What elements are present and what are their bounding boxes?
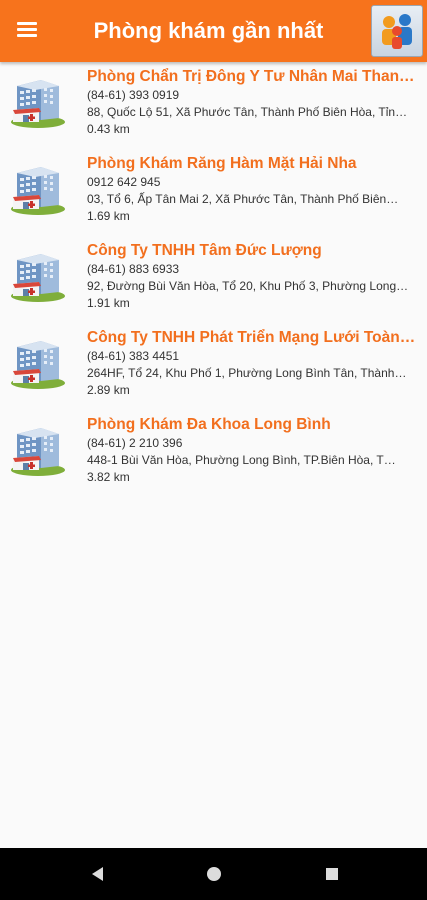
clinic-distance: 0.43 km xyxy=(87,122,130,136)
clinic-phone: (84-61) 2 210 396 xyxy=(87,436,183,450)
clinic-phone: (84-61) 883 6933 xyxy=(87,262,180,276)
clinic-list-item[interactable]: Phòng Khám Đa Khoa Long Bình (84-61) 2 2… xyxy=(0,412,427,499)
clinic-list-item[interactable]: Công Ty TNHH Phát Triển Mạng Lưới Toàn C… xyxy=(0,325,427,412)
hospital-building-icon xyxy=(9,333,67,391)
clinic-phone: (84-61) 383 4451 xyxy=(87,349,180,363)
clinic-list-item[interactable]: Công Ty TNHH Tâm Đức Lượng (84-61) 883 6… xyxy=(0,238,427,325)
people-logo-icon[interactable] xyxy=(371,5,423,57)
hospital-building-icon xyxy=(9,246,67,304)
back-triangle-icon[interactable] xyxy=(88,864,108,884)
clinic-distance: 3.82 km xyxy=(87,470,130,484)
clinic-phone: 0912 642 945 xyxy=(87,175,161,189)
clinic-distance: 1.69 km xyxy=(87,209,130,223)
hospital-building-icon xyxy=(9,159,67,217)
clinic-distance: 2.89 km xyxy=(87,383,130,397)
clinic-name: Công Ty TNHH Tâm Đức Lượng xyxy=(87,242,322,259)
clinic-list-item[interactable]: Phòng Khám Răng Hàm Mặt Hải Nha 0912 642… xyxy=(0,151,427,238)
clinic-list: Phòng Chẩn Trị Đông Y Tư Nhân Mai Thanh…… xyxy=(0,64,427,499)
clinic-phone: (84-61) 393 0919 xyxy=(87,88,180,102)
clinic-address: 88, Quốc Lộ 51, Xã Phước Tân, Thành Phố … xyxy=(87,105,408,119)
clinic-list-item[interactable]: Phòng Chẩn Trị Đông Y Tư Nhân Mai Thanh…… xyxy=(0,64,427,151)
system-navigation-bar xyxy=(0,848,427,900)
clinic-address: 03, Tổ 6, Ấp Tân Mai 2, Xã Phước Tân, Th… xyxy=(87,192,399,206)
hospital-building-icon xyxy=(9,72,67,130)
hospital-building-icon xyxy=(9,420,67,478)
home-circle-icon[interactable] xyxy=(204,864,224,884)
clinic-address: 92, Đường Bùi Văn Hòa, Tổ 20, Khu Phố 3,… xyxy=(87,279,409,293)
clinic-distance: 1.91 km xyxy=(87,296,130,310)
clinic-address: 264HF, Tổ 24, Khu Phố 1, Phường Long Bìn… xyxy=(87,366,407,380)
app-bar: Phòng khám gần nhất xyxy=(0,0,427,62)
clinic-address: 448-1 Bùi Văn Hòa, Phường Long Bình, TP.… xyxy=(87,453,396,467)
hamburger-menu-icon[interactable] xyxy=(14,18,48,44)
clinic-name: Công Ty TNHH Phát Triển Mạng Lưới Toàn C… xyxy=(87,329,419,346)
clinic-name: Phòng Khám Răng Hàm Mặt Hải Nha xyxy=(87,155,357,172)
recents-square-icon[interactable] xyxy=(322,864,342,884)
clinic-name: Phòng Chẩn Trị Đông Y Tư Nhân Mai Thanh… xyxy=(87,68,419,85)
page-title: Phòng khám gần nhất xyxy=(93,18,324,43)
clinic-name: Phòng Khám Đa Khoa Long Bình xyxy=(87,416,331,433)
